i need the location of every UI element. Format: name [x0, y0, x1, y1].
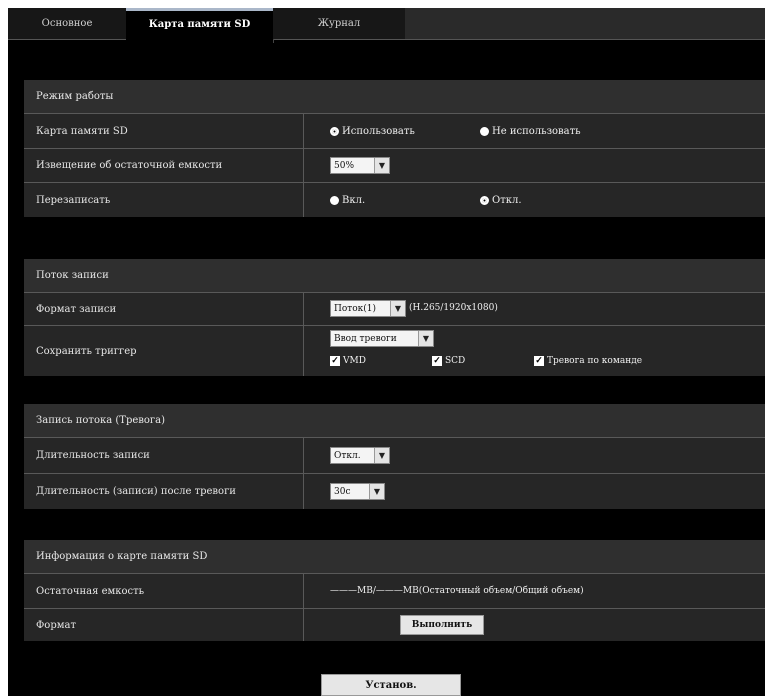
row-format: Формат записи Поток(1) ▼ (H.265/1920x108… [24, 293, 765, 326]
row-label: Длительность записи [24, 438, 304, 473]
chevron-down-icon: ▼ [369, 484, 384, 499]
checkbox-checked-icon: ✓ [330, 356, 340, 366]
section-mode: Режим работы Карта памяти SD Использоват… [24, 80, 765, 217]
row-label: Формат записи [24, 293, 304, 325]
settings-frame: Основное Карта памяти SD Журнал Режим ра… [8, 8, 765, 696]
radio-selected-icon [480, 196, 489, 205]
checkbox-checked-icon: ✓ [432, 356, 442, 366]
format-execute-button[interactable]: Выполнить [400, 615, 484, 635]
section-title: Режим работы [24, 80, 765, 114]
notify-select[interactable]: 50% ▼ [330, 157, 390, 174]
select-value: 50% [334, 160, 355, 171]
checkbox-checked-icon: ✓ [534, 356, 544, 366]
row-remaining: Остаточная емкость ———MB/———MB(Остаточны… [24, 574, 765, 609]
trigger-select[interactable]: Ввод тревоги ▼ [330, 330, 434, 347]
row-trigger: Сохранить триггер Ввод тревоги ▼ ✓ VMD ✓… [24, 326, 765, 376]
check-scd[interactable]: ✓ SCD [432, 356, 465, 366]
radio-use[interactable]: Использовать [330, 126, 415, 137]
section-stream: Поток записи Формат записи Поток(1) ▼ (H… [24, 259, 765, 376]
check-command-alarm[interactable]: ✓ Тревога по команде [534, 356, 642, 366]
radio-label: Вкл. [342, 195, 366, 206]
row-pre-duration: Длительность записи Откл. ▼ [24, 438, 765, 474]
row-sd-card: Карта памяти SD Использовать Не использо… [24, 114, 765, 149]
radio-unselected-icon [480, 127, 489, 136]
row-post-duration: Длительность (записи) после тревоги 30с … [24, 474, 765, 509]
tab-basic[interactable]: Основное [8, 8, 127, 39]
select-value: 30с [334, 486, 351, 497]
select-value: Откл. [334, 450, 361, 461]
apply-button[interactable]: Установ. [321, 674, 461, 696]
row-format-card: Формат Выполнить [24, 609, 765, 641]
row-overwrite: Перезаписать Вкл. Откл. [24, 183, 765, 217]
section-title: Поток записи [24, 259, 765, 293]
chevron-down-icon: ▼ [374, 158, 389, 173]
row-notify: Извещение об остаточной емкости 50% ▼ [24, 149, 765, 183]
radio-on[interactable]: Вкл. [330, 195, 365, 206]
radio-selected-icon [330, 127, 339, 136]
radio-label: Использовать [342, 126, 415, 137]
row-label: Остаточная емкость [24, 574, 304, 608]
radio-not-use[interactable]: Не использовать [480, 126, 581, 137]
tab-bar-filler [405, 8, 765, 39]
select-value: Ввод тревоги [334, 333, 397, 344]
row-label: Извещение об остаточной емкости [24, 149, 304, 182]
tab-bar: Основное Карта памяти SD Журнал [8, 8, 765, 43]
chevron-down-icon: ▼ [418, 331, 433, 346]
pre-duration-select[interactable]: Откл. ▼ [330, 447, 390, 464]
row-label: Перезаписать [24, 183, 304, 217]
chevron-down-icon: ▼ [390, 301, 405, 316]
post-duration-select[interactable]: 30с ▼ [330, 483, 385, 500]
check-label: SCD [445, 356, 466, 366]
format-info: (H.265/1920x1080) [409, 303, 498, 313]
select-value: Поток(1) [334, 303, 377, 314]
row-label: Сохранить триггер [24, 326, 304, 376]
section-alarm-recording: Запись потока (Тревога) Длительность зап… [24, 404, 765, 509]
format-select[interactable]: Поток(1) ▼ [330, 300, 406, 317]
radio-unselected-icon [330, 196, 339, 205]
section-title: Информация о карте памяти SD [24, 540, 765, 574]
check-vmd[interactable]: ✓ VMD [330, 356, 366, 366]
check-label: VMD [343, 356, 366, 366]
radio-label: Не использовать [492, 126, 581, 137]
section-sd-info: Информация о карте памяти SD Остаточная … [24, 540, 765, 641]
chevron-down-icon: ▼ [374, 448, 389, 463]
row-label: Длительность (записи) после тревоги [24, 474, 304, 509]
remaining-capacity-value: ———MB/———MB(Остаточный объем/Общий объем… [330, 586, 584, 596]
row-label: Формат [24, 609, 304, 641]
check-label: Тревога по команде [547, 356, 643, 366]
section-title: Запись потока (Тревога) [24, 404, 765, 438]
row-label: Карта памяти SD [24, 114, 304, 148]
tab-sd-card[interactable]: Карта памяти SD [126, 8, 274, 43]
tab-log[interactable]: Журнал [273, 8, 406, 39]
radio-off[interactable]: Откл. [480, 195, 522, 206]
radio-label: Откл. [492, 195, 522, 206]
